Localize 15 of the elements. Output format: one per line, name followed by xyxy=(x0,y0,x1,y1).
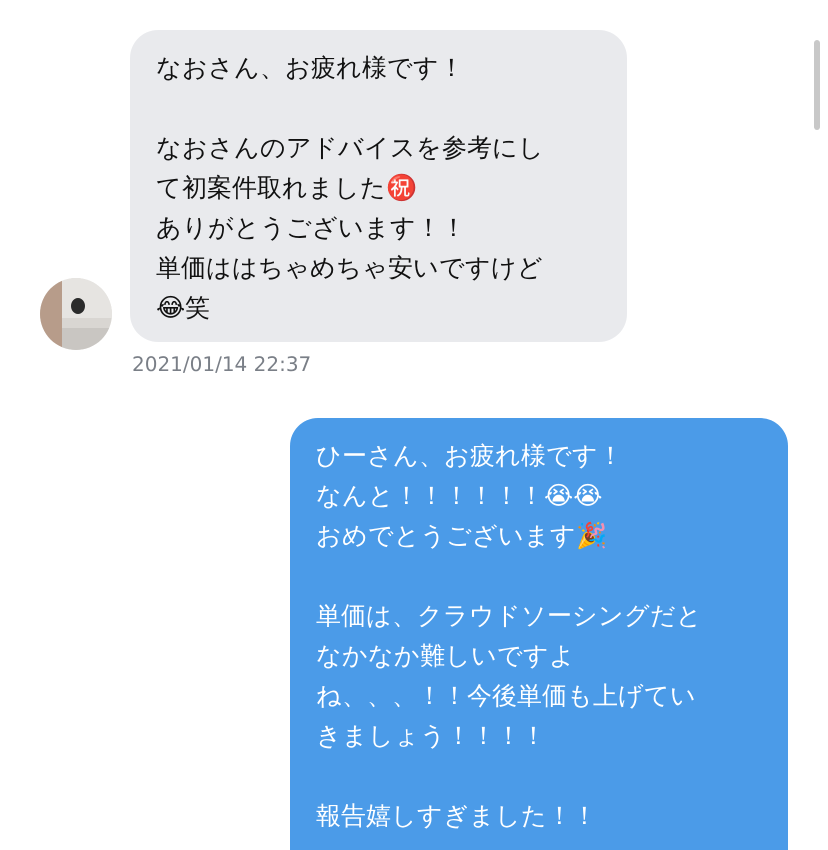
message-text: て初案件取れました㊗ xyxy=(156,172,417,204)
message-text: なかなか難しいですよ xyxy=(316,640,575,672)
timestamp: 2021/01/14 22:37 xyxy=(132,352,312,376)
message-text: おめでとうございます🎉 xyxy=(316,520,607,552)
message-text: きましょう！！！！ xyxy=(316,720,546,752)
message-text: 単価ははちゃめちゃ安いですけど xyxy=(156,252,543,284)
message-text: ね、、、！！今後単価も上げてい xyxy=(316,680,696,712)
message-text: なおさん、お疲れ様です！ xyxy=(156,52,464,84)
message-text: ひーさん、お疲れ様です！ xyxy=(316,440,623,472)
message-text: 報告嬉しすぎました！！ xyxy=(316,800,597,832)
message-text: 😂笑 xyxy=(156,292,210,324)
message-text: なおさんのアドバイスを参考にし xyxy=(156,132,544,164)
message-text: 単価は、クラウドソーシングだと xyxy=(316,600,702,632)
message-text: なんと！！！！！！😭😭 xyxy=(316,480,602,512)
message-text: ありがとうございます！！ xyxy=(156,212,466,244)
